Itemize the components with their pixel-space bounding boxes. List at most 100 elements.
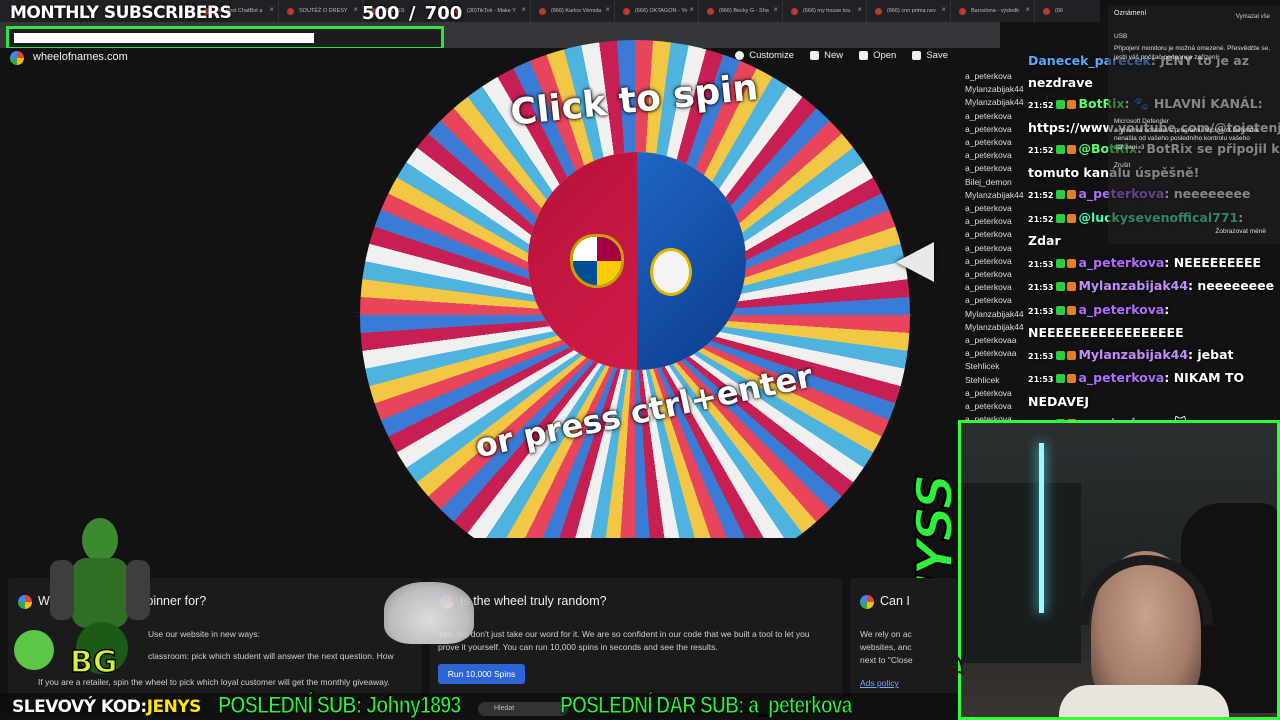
ads-policy-link[interactable]: Ads policy [860,678,899,688]
close-tab-icon[interactable]: × [941,5,946,14]
chat-timestamp: 21:53 [1028,351,1054,361]
tab-label: SOUTĚŽ O DRESY [299,8,348,14]
dismiss-button[interactable]: Zrušit [1114,162,1274,171]
close-tab-icon[interactable]: × [353,5,358,14]
close-tab-icon[interactable]: × [773,5,778,14]
barcelona-crest-icon [570,234,624,288]
chat-badge-icon [1067,100,1077,109]
faq-title: Can I [880,594,910,608]
site-name[interactable]: wheelofnames.com [33,51,128,63]
name-entry[interactable]: a_peterkovaa [965,334,1029,347]
save-label: Save [926,50,948,61]
chat-message: 21:53 Mylanzabijak44: neeeeeeee [1028,275,1280,299]
save-icon [912,51,922,60]
browser-tab[interactable]: (666) OKTAGON - Yo × [615,0,699,22]
browser-tab[interactable]: (666) Becky G - Sha × [699,0,783,22]
faq-card-ads: Can I We rely on ac websites, anc next t… [850,578,958,708]
name-entry[interactable]: Bilej_demon [965,176,1029,189]
last-gift-sub-text: POSLEDNÍ DAR SUB: a_peterkova [560,692,853,720]
chat-username[interactable]: Mylanzabijak44 [1078,278,1188,293]
name-entry[interactable]: Stehlicek [965,360,1029,373]
name-entry[interactable]: Mylanzabijak44 [965,83,1029,96]
clear-all-button[interactable]: Vymazat vše [1236,13,1270,22]
usb-notification-text: Připojení monitoru je možná omezené. Pře… [1114,45,1271,61]
name-entry[interactable]: Mylanzabijak44 [965,189,1029,202]
browser-tab[interactable]: (666) Karlos Vémola × [531,0,615,22]
chat-badge-icon [1056,145,1066,154]
wheel-center-image[interactable] [528,152,746,370]
name-entry[interactable]: a_peterkova [965,294,1029,307]
webcam-overlay [958,420,1280,720]
name-entry[interactable]: a_peterkova [965,387,1029,400]
chat-text: : NEEEEEEEEE [1164,254,1262,270]
name-entry[interactable]: a_peterkova [965,281,1029,294]
chat-username[interactable]: Mylanzabijak44 [1078,347,1188,362]
chat-username[interactable]: a_peterkova [1078,370,1164,385]
browser-tab[interactable]: Barcelona - výsledk × [951,0,1035,22]
name-entry[interactable]: a_peterkova [965,136,1029,149]
wheel-logo-icon[interactable] [10,51,24,65]
chat-username[interactable]: a_peterkova [1078,302,1164,317]
tab-favicon-icon [707,7,714,15]
name-entry[interactable]: a_peterkovaa [965,347,1029,360]
close-tab-icon[interactable]: × [1025,5,1030,14]
chat-username[interactable]: a_peterkova [1078,255,1164,270]
browser-tab[interactable]: (666) my house tou × [783,0,867,22]
name-entry[interactable]: a_peterkova [965,123,1029,136]
subscribers-goal-title: MONTHLY SUBSCRIBERS [10,3,232,23]
close-tab-icon[interactable]: × [605,5,610,14]
run-10000-spins-button[interactable]: Run 10,000 Spins [438,664,525,684]
tab-favicon-icon [791,7,798,15]
tab-label: (666) Becky G - Sha [719,8,769,14]
browser-tab[interactable]: (66× [1035,0,1100,22]
wheel-pointer-icon [896,242,934,282]
name-entry[interactable]: a_peterkova [965,242,1029,255]
close-tab-icon[interactable]: × [269,5,274,14]
tab-favicon-icon [959,7,966,15]
browser-tab[interactable]: (666) cnn prima nev × [867,0,951,22]
webcam-shirt [1059,685,1229,717]
name-entry[interactable]: a_peterkova [965,110,1029,123]
name-entry[interactable]: a_peterkova [965,149,1029,162]
name-entry[interactable]: a_peterkova [965,400,1029,413]
name-entry[interactable]: Mylanzabijak44 [965,96,1029,109]
name-entry[interactable]: a_peterkova [965,215,1029,228]
chat-timestamp: 21:53 [1028,259,1054,269]
chat-badge-icon [1056,350,1066,360]
name-entry[interactable]: a_peterkova [965,162,1029,175]
tab-label: (666) cnn prima nev [887,8,936,14]
chat-timestamp: 21:52 [1028,101,1054,110]
name-entry[interactable]: a_peterkova [965,202,1029,215]
close-tab-icon[interactable]: × [857,5,862,14]
save-button[interactable]: Save [912,50,948,61]
promo-code: JENYS [146,697,202,717]
browser-tab[interactable]: SOUTĚŽ O DRESY × [279,0,363,22]
chat-badge-icon [1067,374,1077,383]
name-entry[interactable]: a_peterkova [965,228,1029,241]
notification-panel: Oznámení Vymazat vše USB Připojení monit… [1108,6,1280,244]
usb-notification-title: USB [1114,32,1128,40]
webcam-shelf [961,483,1081,663]
webcam-led-light [1039,443,1044,613]
name-entry[interactable]: a_peterkova [965,255,1029,268]
show-less-button[interactable]: Zobrazovat méně [1215,228,1266,237]
chat-timestamp: 21:52 [1028,146,1054,155]
name-entry[interactable]: Mylanzabijak44 [965,321,1029,334]
last-sub-text: POSLEDNÍ SUB: Johny1893 [218,692,462,720]
name-entry[interactable]: Mylanzabijak44 [965,308,1029,321]
chat-badge-icon [1067,145,1077,154]
chat-badge-icon [1067,213,1077,223]
close-tab-icon[interactable]: × [689,5,694,14]
close-tab-icon[interactable]: × [521,5,526,14]
wheel-area[interactable]: Click to spin or press ctrl+enter [360,40,910,538]
name-entry[interactable]: a_peterkova [965,70,1029,83]
name-entry[interactable]: Stehlicek [965,374,1029,387]
tab-favicon-icon [875,7,882,15]
names-entry-list[interactable]: a_peterkova Mylanzabijak44 Mylanzabijak44 a… [965,70,1029,420]
name-entry[interactable]: a_peterkova [965,413,1029,420]
name-entry[interactable]: a_peterkova [965,268,1029,281]
taskbar-search[interactable]: Hledat [478,702,568,716]
faq-text: classroom: pick which student will answe… [148,651,394,661]
chat-badge-icon [1067,350,1077,360]
faq-title: Is the wheel truly random? [460,594,607,608]
